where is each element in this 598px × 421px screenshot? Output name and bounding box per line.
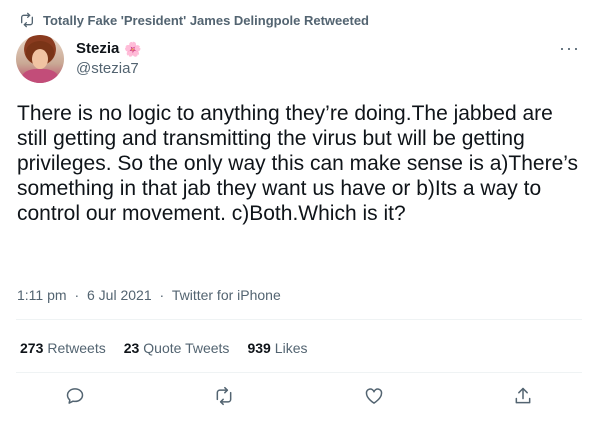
retweets-stat[interactable]: 273 Retweets xyxy=(20,340,106,356)
tweet-meta: 1:11 pm · 6 Jul 2021 · Twitter for iPhon… xyxy=(17,287,281,303)
reply-icon xyxy=(66,388,83,404)
user-handle[interactable]: @stezia7 xyxy=(76,60,142,77)
author-block[interactable]: Stezia 🌸 @stezia7 xyxy=(76,40,142,77)
retweet-banner-text: Totally Fake 'President' James Delingpol… xyxy=(43,12,369,28)
retweet-button[interactable] xyxy=(212,384,236,408)
divider xyxy=(16,372,582,373)
tweet-stats: 273 Retweets 23 Quote Tweets 939 Likes xyxy=(20,340,307,356)
tweet-text: There is no logic to anything they’re do… xyxy=(17,102,579,225)
ellipsis-icon: ··· xyxy=(559,38,580,58)
tweet-time[interactable]: 1:11 pm xyxy=(17,287,67,303)
retweet-banner[interactable]: Totally Fake 'President' James Delingpol… xyxy=(19,12,369,28)
tweet-source[interactable]: Twitter for iPhone xyxy=(172,287,281,303)
retweet-icon xyxy=(216,386,232,406)
share-icon xyxy=(515,387,531,404)
tweet-date[interactable]: 6 Jul 2021 xyxy=(87,287,152,303)
action-bar xyxy=(0,384,598,408)
display-name[interactable]: Stezia 🌸 xyxy=(76,40,142,57)
like-button[interactable] xyxy=(362,384,386,408)
reply-button[interactable] xyxy=(63,384,87,408)
likes-stat[interactable]: 939 Likes xyxy=(247,340,307,356)
retweet-icon xyxy=(21,12,33,28)
quote-tweets-stat[interactable]: 23 Quote Tweets xyxy=(124,340,230,356)
divider xyxy=(16,319,582,320)
share-button[interactable] xyxy=(511,384,535,408)
flower-icon: 🌸 xyxy=(124,40,142,57)
like-icon xyxy=(365,388,383,404)
more-options-button[interactable]: ··· xyxy=(559,38,580,59)
avatar[interactable] xyxy=(16,35,64,83)
